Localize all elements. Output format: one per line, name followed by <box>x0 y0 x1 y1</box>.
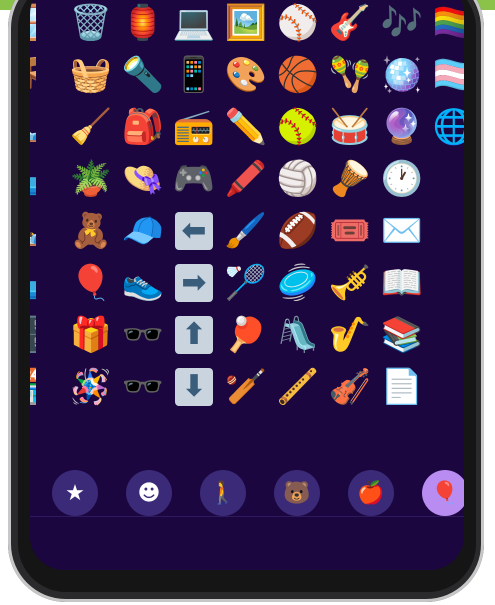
category-tab-favorites[interactable]: ★ <box>52 470 98 516</box>
category-tab-people[interactable]: 🚶 <box>200 470 246 516</box>
emoji-key[interactable]: 👒 <box>120 156 166 202</box>
emoji-key[interactable]: 🏏 <box>223 364 269 410</box>
emoji-key[interactable]: 🏪 <box>30 364 36 410</box>
emoji-key[interactable]: 🗑️ <box>68 0 114 46</box>
emoji-row: 🛌 🧸🧢⬅ 🖌️🏈🎟️✉️ <box>30 208 464 260</box>
emoji-key[interactable]: 👟 <box>120 260 166 306</box>
emoji-keyboard-screen: 🪟 🗑️🏮💻🖼️⚾🎸🎶🏳️‍🌈 🪑 🧺🔦📱🎨🏀🪇🪩🏳️‍⚧️ 🛏️ 🧹🎒📻✏️🥎🥁🔮🌐 🛋️… <box>30 0 464 570</box>
emoji-key[interactable]: 🔦 <box>120 52 166 98</box>
emoji-key[interactable]: 🪑 <box>30 52 36 98</box>
emoji-row: 🪟 🗑️🏮💻🖼️⚾🎸🎶🏳️‍🌈 <box>30 0 464 52</box>
star-icon: ★ <box>65 480 85 506</box>
emoji-key[interactable]: 🌐 <box>431 104 464 150</box>
animal-face-icon: 🐻 <box>283 480 311 506</box>
emoji-key[interactable]: 🎨 <box>223 52 269 98</box>
emoji-key[interactable]: 🏐 <box>275 156 321 202</box>
balloon-icon: 🎈 <box>431 480 459 506</box>
emoji-key[interactable]: 🖼️ <box>223 0 269 46</box>
category-tab-food[interactable]: 🍎 <box>348 470 394 516</box>
emoji-key[interactable]: ⬇ <box>175 368 213 406</box>
emoji-key[interactable]: ⬅ <box>175 212 213 250</box>
emoji-key[interactable]: 🪩 <box>379 52 425 98</box>
emoji-key[interactable]: 🪴 <box>68 156 114 202</box>
emoji-key[interactable]: 🎺 <box>327 260 373 306</box>
emoji-key[interactable]: 🪟 <box>30 0 36 46</box>
emoji-key[interactable]: 🧹 <box>68 104 114 150</box>
person-walking-icon: 🚶 <box>209 480 237 506</box>
emoji-row: 🛋️ 🪴👒🎮🖍️🏐🪘🕐 <box>30 156 464 208</box>
emoji-key[interactable]: 🏳️‍🌈 <box>431 0 464 46</box>
emoji-key[interactable]: ⬆ <box>175 316 213 354</box>
emoji-key[interactable]: 💻 <box>171 0 217 46</box>
emoji-key[interactable]: 🖍️ <box>223 156 269 202</box>
smiley-icon: ☻ <box>137 480 161 506</box>
emoji-key[interactable]: 🥏 <box>275 260 321 306</box>
emoji-key[interactable]: 🎒 <box>120 104 166 150</box>
emoji-row: 🛋️ 🎈👟➡ 🏸🥏🎺📖 <box>30 260 464 312</box>
emoji-key[interactable]: 🛋️ <box>30 260 36 306</box>
emoji-key[interactable]: 🖌️ <box>223 208 269 254</box>
emoji-key[interactable]: 🏸 <box>223 260 269 306</box>
emoji-key[interactable]: 🪘 <box>327 156 373 202</box>
emoji-row: 🪑 🧺🔦📱🎨🏀🪇🪩🏳️‍⚧️ <box>30 52 464 104</box>
emoji-key[interactable]: 🧸 <box>68 208 114 254</box>
emoji-key[interactable]: ✏️ <box>223 104 269 150</box>
emoji-row: 🗄️ 🎁🕶️⬆ 🏓🛝🎷📚 <box>30 312 464 364</box>
emoji-key[interactable]: 🏓 <box>223 312 269 358</box>
emoji-key[interactable]: 🎸 <box>327 0 373 46</box>
emoji-key[interactable]: 🛏️ <box>30 104 36 150</box>
emoji-key[interactable]: 🪅 <box>68 364 114 410</box>
emoji-grid: 🪟 🗑️🏮💻🖼️⚾🎸🎶🏳️‍🌈 🪑 🧺🔦📱🎨🏀🪇🪩🏳️‍⚧️ 🛏️ 🧹🎒📻✏️🥎🥁🔮🌐 🛋️… <box>30 0 464 416</box>
emoji-key[interactable]: 🎟️ <box>327 208 373 254</box>
emoji-key[interactable]: 🕶️ <box>120 364 166 410</box>
emoji-key[interactable]: 📱 <box>171 52 217 98</box>
emoji-key[interactable]: 🏈 <box>275 208 321 254</box>
category-tab-smileys[interactable]: ☻ <box>126 470 172 516</box>
bottom-strip <box>30 516 464 570</box>
emoji-key[interactable]: 🎈 <box>68 260 114 306</box>
phone-bezel: 🪟 🗑️🏮💻🖼️⚾🎸🎶🏳️‍🌈 🪑 🧺🔦📱🎨🏀🪇🪩🏳️‍⚧️ 🛏️ 🧹🎒📻✏️🥎🥁🔮🌐 🛋️… <box>18 0 476 592</box>
apple-icon: 🍎 <box>357 480 385 506</box>
emoji-key[interactable]: 🧺 <box>68 52 114 98</box>
emoji-key[interactable]: 📚 <box>379 312 425 358</box>
emoji-key[interactable]: ✉️ <box>379 208 425 254</box>
emoji-key[interactable]: 🪈 <box>275 364 321 410</box>
emoji-key[interactable]: 🪇 <box>327 52 373 98</box>
category-tab-objects[interactable]: 🎈 <box>422 470 464 516</box>
emoji-key[interactable]: 🛋️ <box>30 156 36 202</box>
emoji-key[interactable]: 🛝 <box>275 312 321 358</box>
emoji-key[interactable]: 🔮 <box>379 104 425 150</box>
emoji-key[interactable]: 🛌 <box>30 208 36 254</box>
emoji-row: 🛏️ 🧹🎒📻✏️🥎🥁🔮🌐 <box>30 104 464 156</box>
emoji-key[interactable]: 🎁 <box>68 312 114 358</box>
emoji-key[interactable]: 🏮 <box>120 0 166 46</box>
emoji-key[interactable]: ➡ <box>175 264 213 302</box>
emoji-key[interactable]: 🥁 <box>327 104 373 150</box>
emoji-row: 🏪 🪅🕶️⬇ 🏏🪈🎻📄 <box>30 364 464 416</box>
emoji-key[interactable]: 🎷 <box>327 312 373 358</box>
emoji-key[interactable]: 🕶️ <box>120 312 166 358</box>
emoji-key[interactable]: 📻 <box>171 104 217 150</box>
emoji-key[interactable]: 🥎 <box>275 104 321 150</box>
emoji-key[interactable]: 🏀 <box>275 52 321 98</box>
emoji-key[interactable]: 📖 <box>379 260 425 306</box>
emoji-key[interactable]: 🧢 <box>120 208 166 254</box>
emoji-key[interactable]: 🗄️ <box>30 312 36 358</box>
emoji-key[interactable]: 🎻 <box>327 364 373 410</box>
emoji-key[interactable]: 🕐 <box>379 156 425 202</box>
emoji-key[interactable]: 🏳️‍⚧️ <box>431 52 464 98</box>
emoji-key[interactable]: 🎶 <box>379 0 425 46</box>
emoji-key[interactable]: ⚾ <box>275 0 321 46</box>
emoji-key[interactable]: 📄 <box>379 364 425 410</box>
emoji-key[interactable]: 🎮 <box>171 156 217 202</box>
category-tab-animals[interactable]: 🐻 <box>274 470 320 516</box>
